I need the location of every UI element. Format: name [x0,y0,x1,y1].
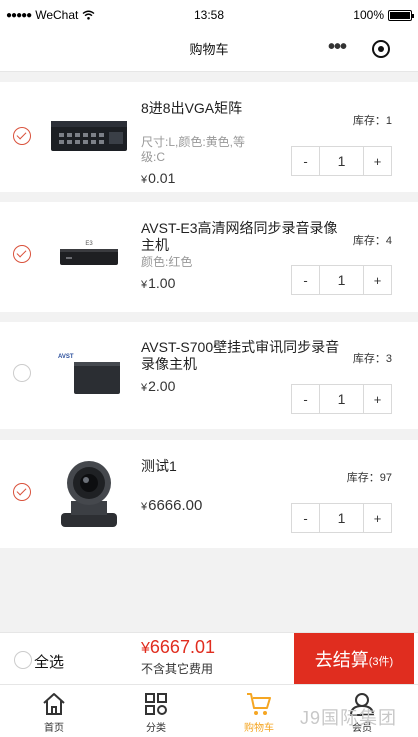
price-value: 6666.00 [148,497,203,514]
product-name[interactable]: AVST-S700壁挂式审讯同步录音录像主机 [141,339,341,373]
tab-cart[interactable]: 购物车 [224,688,294,734]
quantity-value[interactable]: 1 [319,147,364,175]
cart-item: 测试1 ¥6666.00 库存：97 - 1 + [0,440,418,548]
checkout-button[interactable]: 去结算 (3件) [294,633,414,685]
product-price: ¥1.00 [141,275,175,291]
cart-item: AVST AVST-S700壁挂式审讯同步录音录像主机 ¥2.00 库存：3 -… [0,322,418,429]
item-checkbox[interactable] [13,245,31,263]
total-value: 6667.01 [149,637,215,657]
battery-label: 100% [353,8,384,22]
home-icon [43,693,65,715]
quantity-value[interactable]: 1 [319,266,364,294]
currency-symbol: ¥ [141,501,148,513]
nav-bar: 购物车 ••• [0,30,418,72]
product-name[interactable]: 测试1 [141,458,341,475]
stock-label: 库存：97 [346,472,392,484]
total-price: ¥6667.01 [141,637,215,658]
product-image[interactable]: E3 [48,214,130,296]
decrement-button[interactable]: - [292,266,319,294]
item-checkbox[interactable] [13,364,31,382]
stock-label: 库存：1 [352,115,392,127]
select-all-checkbox[interactable] [14,651,32,669]
currency-symbol: ¥ [141,174,148,186]
decrement-button[interactable]: - [292,504,319,532]
item-checkbox[interactable] [13,483,31,501]
checkout-count: (3件) [368,656,394,668]
total-note: 不含其它费用 [141,662,214,676]
stock-label: 库存：3 [352,353,392,365]
tab-home[interactable]: 首页 [19,688,89,734]
cart-item: 8进8出VGA矩阵 尺寸:L,颜色:黄色,等级:C ¥0.01 库存：1 - 1… [0,82,418,192]
tab-category[interactable]: 分类 [121,688,191,734]
battery-icon [388,9,414,21]
quantity-value[interactable]: 1 [319,504,364,532]
tab-label: 首页 [44,723,64,734]
status-bar: ●●●●● WeChat 13:58 100% [0,0,418,30]
quantity-stepper: - 1 + [291,146,392,176]
product-price: ¥0.01 [141,170,175,186]
product-image[interactable]: AVST [48,332,130,414]
increment-button[interactable]: + [364,504,391,532]
page-title: 购物车 [189,42,229,57]
quantity-stepper: - 1 + [291,503,392,533]
increment-button[interactable]: + [364,147,391,175]
svg-text:E3: E3 [85,241,93,247]
price-value: 2.00 [148,378,176,394]
cart-item: E3 AVST-E3高清网络同步录音录像主机 颜色:红色 ¥1.00 库存：4 … [0,202,418,312]
product-name[interactable]: 8进8出VGA矩阵 [141,100,341,117]
currency-symbol: ¥ [141,640,150,657]
product-image[interactable] [48,96,130,178]
price-value: 1.00 [148,275,176,291]
product-spec: 颜色:红色 [141,255,193,269]
increment-button[interactable]: + [364,266,391,294]
tab-label: 购物车 [244,723,274,734]
product-price: ¥2.00 [141,378,175,394]
quantity-stepper: - 1 + [291,384,392,414]
cart-icon [247,693,271,715]
increment-button[interactable]: + [364,385,391,413]
product-image[interactable] [48,452,130,534]
select-all-label[interactable]: 全选 [34,651,64,672]
item-checkbox[interactable] [13,127,31,145]
decrement-button[interactable]: - [292,385,319,413]
tab-label: 分类 [146,723,166,734]
decrement-button[interactable]: - [292,147,319,175]
grid-icon [145,693,167,715]
svg-text:AVST: AVST [58,354,74,360]
quantity-value[interactable]: 1 [319,385,364,413]
currency-symbol: ¥ [141,382,148,394]
checkout-bar: 全选 ¥6667.01 不含其它费用 去结算 (3件) [0,632,418,685]
watermark: J9国际集团 [300,708,398,728]
quantity-stepper: - 1 + [291,265,392,295]
more-icon[interactable]: ••• [328,36,347,59]
close-target-icon[interactable] [372,40,390,58]
product-price: ¥6666.00 [141,497,202,514]
product-name[interactable]: AVST-E3高清网络同步录音录像主机 [141,220,341,254]
stock-label: 库存：4 [352,235,392,247]
checkout-label: 去结算 [314,650,369,670]
price-value: 0.01 [148,170,176,186]
product-spec: 尺寸:L,颜色:黄色,等级:C [141,135,246,164]
status-right: 100% [353,8,414,22]
currency-symbol: ¥ [141,279,148,291]
